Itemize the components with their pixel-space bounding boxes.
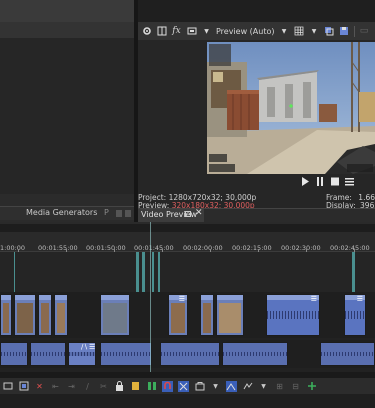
fx-icon[interactable]: fx <box>171 26 182 37</box>
close-icon[interactable]: ✕ <box>195 208 203 218</box>
timeline-toolbar: ✕ ⇤ ⇥ ∕ ✂ ▼ ▼ ⊞ ⊟ <box>0 378 375 394</box>
preview-quality-dropdown[interactable]: Preview (Auto) <box>216 27 275 36</box>
expand-icon[interactable]: ▭ <box>359 26 370 37</box>
lock-envelopes-icon[interactable] <box>194 381 205 392</box>
left-tabbar: Media Generators P <box>0 206 134 220</box>
preview-tabbar: Video Preview ✕ <box>138 208 375 222</box>
ruler-tick-label: 00:02:00:00 <box>183 244 223 252</box>
chevron-down-icon[interactable]: ▼ <box>279 26 290 37</box>
ruler-tick-label: 00:01:50:00 <box>86 244 126 252</box>
video-frame-image <box>207 42 375 174</box>
video-clip[interactable] <box>100 294 130 336</box>
region-icon[interactable] <box>146 381 157 392</box>
clip-menu-icon[interactable]: ☰ <box>89 343 95 351</box>
stop-icon[interactable] <box>330 177 339 186</box>
split-screen-icon[interactable] <box>156 26 167 37</box>
tab-scroll-right-icon[interactable] <box>125 210 131 217</box>
audio-clip[interactable] <box>0 342 28 366</box>
tab-media-generators[interactable]: Media Generators <box>26 208 97 217</box>
video-preview-frame <box>207 42 375 174</box>
fade-marker-icon: ∕∖ <box>81 343 88 351</box>
tab-scroll-icon[interactable] <box>116 210 122 217</box>
preview-header-strip <box>138 0 375 22</box>
audio-clip[interactable]: ∕∖ ☰ <box>68 342 96 366</box>
pane-subheader <box>0 22 134 38</box>
teal-region <box>142 252 145 292</box>
delete-icon[interactable]: ✕ <box>34 381 45 392</box>
play-icon[interactable] <box>300 177 309 186</box>
group-icon[interactable]: ⊟ <box>290 381 301 392</box>
marker-bar[interactable] <box>0 224 375 232</box>
ruler-tick-label: 00:02:30:00 <box>281 244 321 252</box>
audio-clip[interactable] <box>30 342 66 366</box>
event-envelope-icon[interactable] <box>242 381 253 392</box>
video-clip[interactable] <box>200 294 214 336</box>
teal-region <box>136 252 139 292</box>
trim-start-icon[interactable]: ⇤ <box>50 381 61 392</box>
timeline[interactable]: 1:00:00 00:01:55:00 00:01:50:00 00:01:45… <box>0 222 375 372</box>
pause-icon[interactable] <box>315 177 324 186</box>
tab-video-preview[interactable]: Video Preview ✕ <box>138 208 204 222</box>
auto-ripple-icon[interactable] <box>178 380 189 392</box>
playhead-cursor[interactable] <box>150 222 151 372</box>
snapping-icon[interactable] <box>162 380 173 392</box>
audio-track[interactable]: ∕∖ ☰ <box>0 340 375 368</box>
auto-crossfade-icon[interactable] <box>226 380 237 392</box>
video-track[interactable]: ☰ ☰ ☰ <box>0 292 375 338</box>
overlay-icon[interactable] <box>186 26 197 37</box>
ruler-tick-label: 00:01:55:00 <box>38 244 78 252</box>
split-icon[interactable]: ∕ <box>82 381 93 392</box>
ignore-grouping-icon[interactable]: ⊞ <box>274 381 285 392</box>
teal-region <box>152 252 154 292</box>
normal-edit-tool-icon[interactable] <box>2 381 13 392</box>
copy-snapshot-icon[interactable] <box>324 26 335 37</box>
upper-track-area[interactable] <box>0 252 375 292</box>
select-tool-icon[interactable] <box>18 381 29 392</box>
video-clip[interactable]: ☰ <box>344 294 366 336</box>
pane-header <box>0 0 134 22</box>
toolbar-separator <box>353 25 355 37</box>
chevron-down-icon[interactable]: ▼ <box>309 26 320 37</box>
video-clip[interactable]: ☰ <box>266 294 320 336</box>
timeline-ruler[interactable]: 1:00:00 00:01:55:00 00:01:50:00 00:01:45… <box>0 222 375 252</box>
menu-icon[interactable] <box>345 177 354 186</box>
audio-clip[interactable] <box>160 342 220 366</box>
audio-clip[interactable] <box>320 342 375 366</box>
cut-icon[interactable]: ✂ <box>98 381 109 392</box>
chevron-down-icon[interactable]: ▼ <box>210 381 221 392</box>
gear-icon[interactable] <box>141 26 152 37</box>
teal-region <box>158 252 160 292</box>
video-clip[interactable] <box>14 294 36 336</box>
save-snapshot-icon[interactable] <box>339 26 350 37</box>
tab-p[interactable]: P <box>104 208 109 217</box>
teal-region <box>14 252 15 292</box>
marker-icon[interactable] <box>130 381 141 392</box>
float-window-icon[interactable] <box>185 211 191 217</box>
trim-end-icon[interactable]: ⇥ <box>66 381 77 392</box>
ruler-tick-label: 00:02:45:00 <box>330 244 370 252</box>
video-clip[interactable] <box>0 294 12 336</box>
video-clip[interactable] <box>54 294 68 336</box>
video-clip[interactable] <box>216 294 244 336</box>
ruler-tick-label: 00:02:15:00 <box>232 244 272 252</box>
media-list[interactable] <box>0 38 134 194</box>
chevron-down-icon[interactable]: ▼ <box>258 381 269 392</box>
audio-clip[interactable] <box>100 342 152 366</box>
audio-clip[interactable] <box>222 342 288 366</box>
teal-region <box>352 252 355 292</box>
lock-icon[interactable] <box>114 381 125 392</box>
preview-toolbar: fx ▼ Preview (Auto) ▼ ▼ ▭ <box>138 22 375 40</box>
grid-icon[interactable] <box>294 26 305 37</box>
transport-controls <box>300 177 354 186</box>
new-track-icon[interactable] <box>306 381 317 392</box>
ruler-tick-label: 00:01:45:00 <box>134 244 174 252</box>
chevron-down-icon[interactable]: ▼ <box>201 26 212 37</box>
window-bottom-edge <box>0 394 375 408</box>
video-clip[interactable]: ☰ <box>168 294 188 336</box>
ruler-tick-label: 1:00:00 <box>0 244 26 252</box>
video-clip[interactable] <box>38 294 52 336</box>
project-media-pane: Media Generators P <box>0 0 134 222</box>
